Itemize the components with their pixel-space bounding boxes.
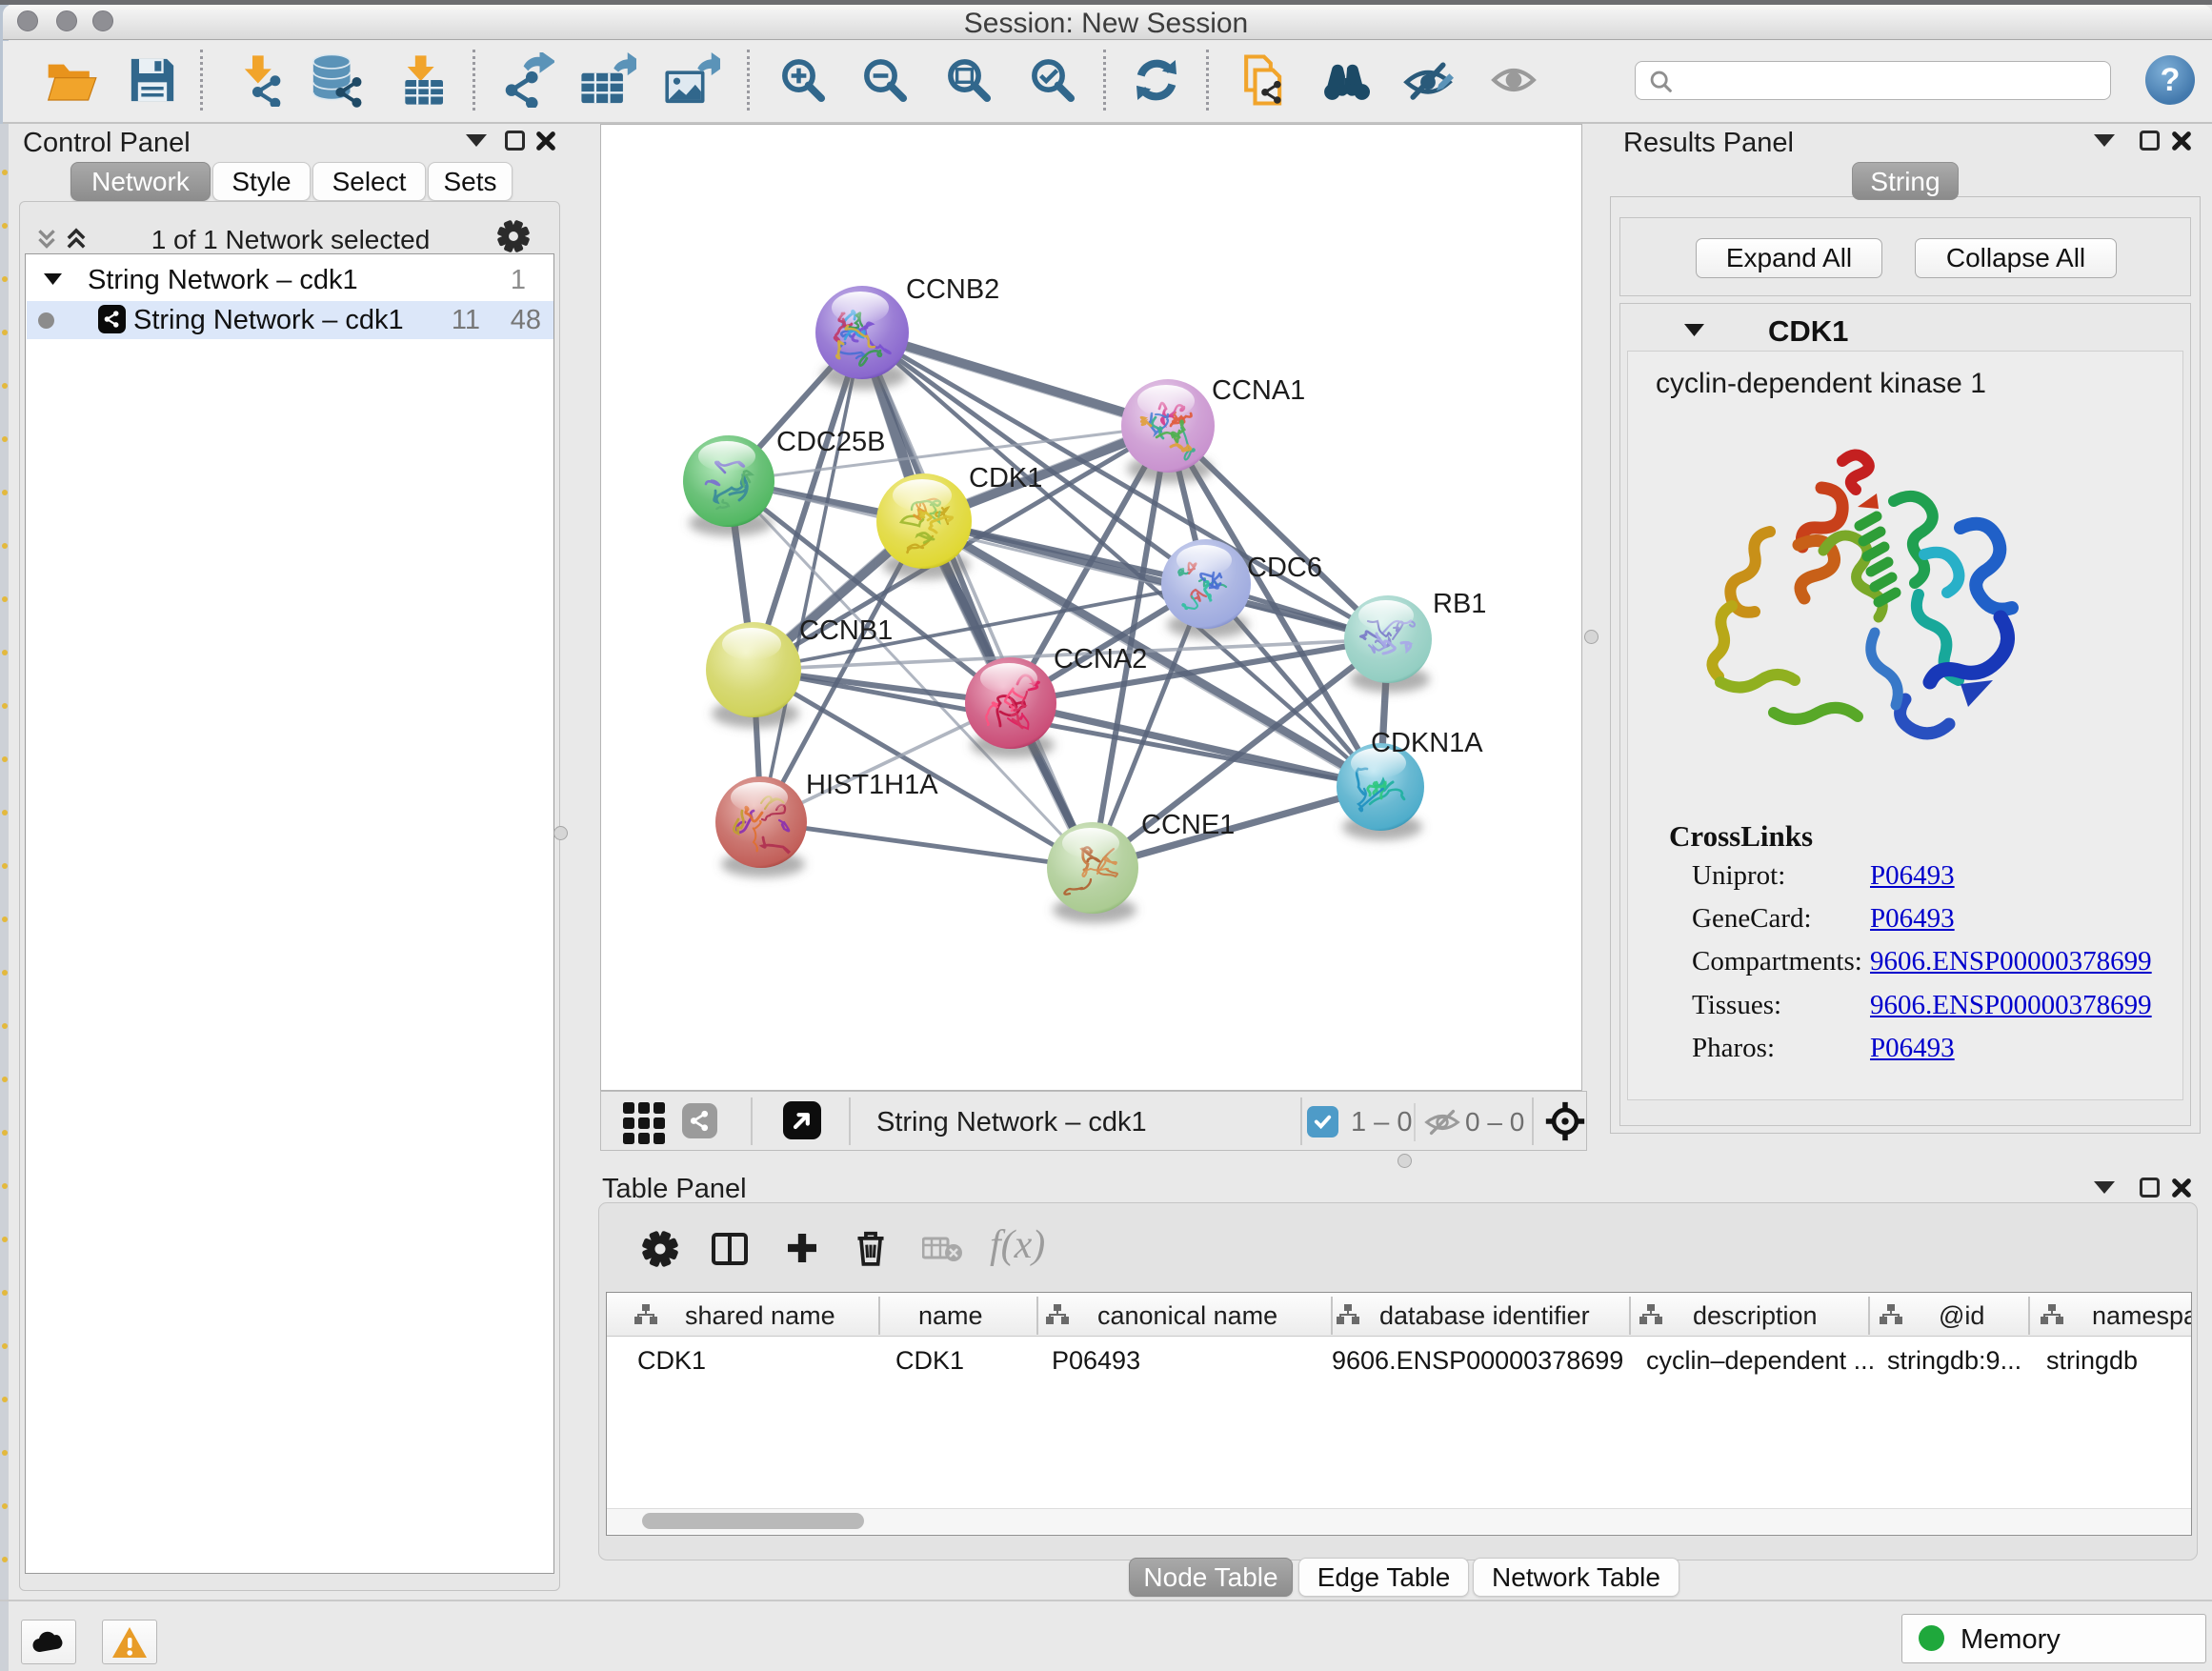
svg-text:CDC6: CDC6 [1247, 553, 1322, 583]
svg-text:HIST1H1A: HIST1H1A [806, 770, 938, 800]
svg-text:CDKN1A: CDKN1A [1371, 728, 1483, 758]
svg-text:CCNB2: CCNB2 [906, 274, 999, 305]
svg-text:CCNE1: CCNE1 [1141, 810, 1235, 840]
svg-text:RB1: RB1 [1433, 589, 1486, 619]
svg-text:CCNA2: CCNA2 [1054, 644, 1147, 674]
svg-text:CDK1: CDK1 [969, 463, 1042, 493]
svg-text:CCNB1: CCNB1 [799, 615, 893, 646]
svg-text:CCNA1: CCNA1 [1212, 375, 1305, 406]
svg-text:CDC25B: CDC25B [776, 427, 885, 457]
